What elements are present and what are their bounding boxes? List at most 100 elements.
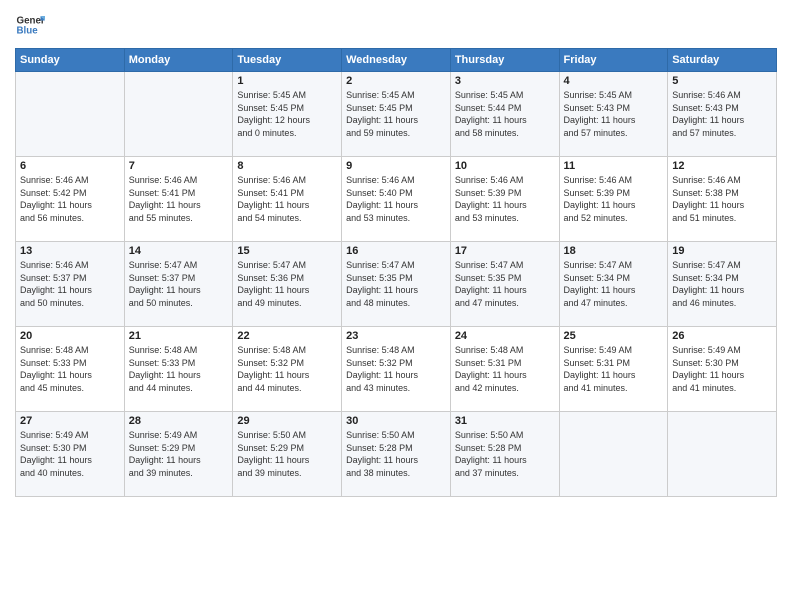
day-number: 18 — [564, 245, 664, 257]
cell-info: Sunrise: 5:48 AM Sunset: 5:32 PM Dayligh… — [346, 344, 446, 394]
calendar-cell: 19Sunrise: 5:47 AM Sunset: 5:34 PM Dayli… — [668, 242, 777, 327]
header: General Blue — [15, 10, 777, 40]
calendar-cell: 23 Sunrise: 5:48 AM Sunset: 5:32 PM Dayli… — [342, 327, 451, 412]
day-number: 1 — [237, 75, 337, 87]
calendar-cell: 20 Sunrise: 5:48 AM Sunset: 5:33 PM Dayli… — [16, 327, 125, 412]
page: General Blue SundayMondayTuesdayWednesda… — [0, 0, 792, 612]
calendar-cell: 3 Sunrise: 5:45 AM Sunset: 5:44 PM Daylig… — [450, 72, 559, 157]
calendar-cell: 14 Sunrise: 5:47 AM Sunset: 5:37 PM Dayli… — [124, 242, 233, 327]
day-number: 14 — [129, 245, 229, 257]
day-number: 15 — [237, 245, 337, 257]
cell-info: Sunrise: 5:46 AM Sunset: 5:37 PM Dayligh… — [20, 259, 120, 309]
cell-info: Sunrise: 5:48 AM Sunset: 5:33 PM Dayligh… — [20, 344, 120, 394]
calendar-cell — [668, 412, 777, 497]
day-number: 17 — [455, 245, 555, 257]
cell-info: Sunrise: 5:47 AM Sunset: 5:36 PM Dayligh… — [237, 259, 337, 309]
logo: General Blue — [15, 10, 49, 40]
day-number: 20 — [20, 330, 120, 342]
calendar-cell: 29 Sunrise: 5:50 AM Sunset: 5:29 PM Dayli… — [233, 412, 342, 497]
weekday-header-wednesday: Wednesday — [342, 49, 451, 72]
calendar-cell: 1 Sunrise: 5:45 AM Sunset: 5:45 PM Daylig… — [233, 72, 342, 157]
calendar-cell: 31 Sunrise: 5:50 AM Sunset: 5:28 PM Dayli… — [450, 412, 559, 497]
day-number: 4 — [564, 75, 664, 87]
calendar-cell: 26Sunrise: 5:49 AM Sunset: 5:30 PM Dayli… — [668, 327, 777, 412]
day-number: 22 — [237, 330, 337, 342]
calendar-cell: 10 Sunrise: 5:46 AM Sunset: 5:39 PM Dayli… — [450, 157, 559, 242]
cell-info: Sunrise: 5:49 AM Sunset: 5:30 PM Dayligh… — [672, 344, 772, 394]
day-number: 21 — [129, 330, 229, 342]
calendar-cell — [124, 72, 233, 157]
cell-info: Sunrise: 5:46 AM Sunset: 5:40 PM Dayligh… — [346, 174, 446, 224]
cell-info: Sunrise: 5:45 AM Sunset: 5:44 PM Dayligh… — [455, 89, 555, 139]
weekday-header-monday: Monday — [124, 49, 233, 72]
cell-info: Sunrise: 5:49 AM Sunset: 5:29 PM Dayligh… — [129, 429, 229, 479]
calendar-cell: 2Sunrise: 5:45 AM Sunset: 5:45 PM Daylig… — [342, 72, 451, 157]
day-number: 16 — [346, 245, 446, 257]
weekday-header-thursday: Thursday — [450, 49, 559, 72]
day-number: 30 — [346, 415, 446, 427]
header-row: SundayMondayTuesdayWednesdayThursdayFrid… — [16, 49, 777, 72]
day-number: 5 — [672, 75, 772, 87]
cell-info: Sunrise: 5:45 AM Sunset: 5:45 PM Dayligh… — [237, 89, 337, 139]
calendar-cell: 21 Sunrise: 5:48 AM Sunset: 5:33 PM Dayli… — [124, 327, 233, 412]
calendar-cell — [16, 72, 125, 157]
calendar-cell: 30 Sunrise: 5:50 AM Sunset: 5:28 PM Dayli… — [342, 412, 451, 497]
calendar-week-0: 1 Sunrise: 5:45 AM Sunset: 5:45 PM Daylig… — [16, 72, 777, 157]
calendar-cell: 12 Sunrise: 5:46 AM Sunset: 5:38 PM Dayli… — [668, 157, 777, 242]
cell-info: Sunrise: 5:46 AM Sunset: 5:43 PM Dayligh… — [672, 89, 772, 139]
calendar-table: SundayMondayTuesdayWednesdayThursdayFrid… — [15, 48, 777, 497]
day-number: 2 — [346, 75, 446, 87]
weekday-header-tuesday: Tuesday — [233, 49, 342, 72]
cell-info: Sunrise: 5:47 AM Sunset: 5:35 PM Dayligh… — [455, 259, 555, 309]
calendar-cell: 9 Sunrise: 5:46 AM Sunset: 5:40 PM Daylig… — [342, 157, 451, 242]
calendar-cell: 22 Sunrise: 5:48 AM Sunset: 5:32 PM Dayli… — [233, 327, 342, 412]
day-number: 7 — [129, 160, 229, 172]
cell-info: Sunrise: 5:47 AM Sunset: 5:34 PM Dayligh… — [672, 259, 772, 309]
day-number: 31 — [455, 415, 555, 427]
cell-info: Sunrise: 5:48 AM Sunset: 5:32 PM Dayligh… — [237, 344, 337, 394]
day-number: 27 — [20, 415, 120, 427]
calendar-header: SundayMondayTuesdayWednesdayThursdayFrid… — [16, 49, 777, 72]
cell-info: Sunrise: 5:46 AM Sunset: 5:39 PM Dayligh… — [564, 174, 664, 224]
calendar-cell: 17 Sunrise: 5:47 AM Sunset: 5:35 PM Dayli… — [450, 242, 559, 327]
cell-info: Sunrise: 5:46 AM Sunset: 5:41 PM Dayligh… — [129, 174, 229, 224]
cell-info: Sunrise: 5:50 AM Sunset: 5:28 PM Dayligh… — [455, 429, 555, 479]
day-number: 3 — [455, 75, 555, 87]
day-number: 8 — [237, 160, 337, 172]
cell-info: Sunrise: 5:49 AM Sunset: 5:30 PM Dayligh… — [20, 429, 120, 479]
cell-info: Sunrise: 5:47 AM Sunset: 5:37 PM Dayligh… — [129, 259, 229, 309]
calendar-cell: 5 Sunrise: 5:46 AM Sunset: 5:43 PM Daylig… — [668, 72, 777, 157]
day-number: 12 — [672, 160, 772, 172]
cell-info: Sunrise: 5:46 AM Sunset: 5:38 PM Dayligh… — [672, 174, 772, 224]
cell-info: Sunrise: 5:47 AM Sunset: 5:35 PM Dayligh… — [346, 259, 446, 309]
calendar-week-4: 27 Sunrise: 5:49 AM Sunset: 5:30 PM Dayli… — [16, 412, 777, 497]
day-number: 29 — [237, 415, 337, 427]
cell-info: Sunrise: 5:50 AM Sunset: 5:29 PM Dayligh… — [237, 429, 337, 479]
calendar-cell: 25Sunrise: 5:49 AM Sunset: 5:31 PM Dayli… — [559, 327, 668, 412]
cell-info: Sunrise: 5:46 AM Sunset: 5:42 PM Dayligh… — [20, 174, 120, 224]
calendar-cell: 27 Sunrise: 5:49 AM Sunset: 5:30 PM Dayli… — [16, 412, 125, 497]
calendar-week-2: 13 Sunrise: 5:46 AM Sunset: 5:37 PM Dayli… — [16, 242, 777, 327]
day-number: 13 — [20, 245, 120, 257]
calendar-cell: 18 Sunrise: 5:47 AM Sunset: 5:34 PM Dayli… — [559, 242, 668, 327]
weekday-header-sunday: Sunday — [16, 49, 125, 72]
day-number: 24 — [455, 330, 555, 342]
svg-text:Blue: Blue — [17, 25, 39, 36]
calendar-cell: 24 Sunrise: 5:48 AM Sunset: 5:31 PM Dayli… — [450, 327, 559, 412]
day-number: 9 — [346, 160, 446, 172]
cell-info: Sunrise: 5:46 AM Sunset: 5:39 PM Dayligh… — [455, 174, 555, 224]
calendar-week-1: 6Sunrise: 5:46 AM Sunset: 5:42 PM Daylig… — [16, 157, 777, 242]
day-number: 23 — [346, 330, 446, 342]
calendar-cell: 13 Sunrise: 5:46 AM Sunset: 5:37 PM Dayli… — [16, 242, 125, 327]
day-number: 28 — [129, 415, 229, 427]
calendar-cell: 28 Sunrise: 5:49 AM Sunset: 5:29 PM Dayli… — [124, 412, 233, 497]
calendar-cell: 6Sunrise: 5:46 AM Sunset: 5:42 PM Daylig… — [16, 157, 125, 242]
day-number: 10 — [455, 160, 555, 172]
cell-info: Sunrise: 5:48 AM Sunset: 5:31 PM Dayligh… — [455, 344, 555, 394]
calendar-body: 1 Sunrise: 5:45 AM Sunset: 5:45 PM Daylig… — [16, 72, 777, 497]
day-number: 11 — [564, 160, 664, 172]
cell-info: Sunrise: 5:46 AM Sunset: 5:41 PM Dayligh… — [237, 174, 337, 224]
cell-info: Sunrise: 5:47 AM Sunset: 5:34 PM Dayligh… — [564, 259, 664, 309]
cell-info: Sunrise: 5:48 AM Sunset: 5:33 PM Dayligh… — [129, 344, 229, 394]
cell-info: Sunrise: 5:50 AM Sunset: 5:28 PM Dayligh… — [346, 429, 446, 479]
